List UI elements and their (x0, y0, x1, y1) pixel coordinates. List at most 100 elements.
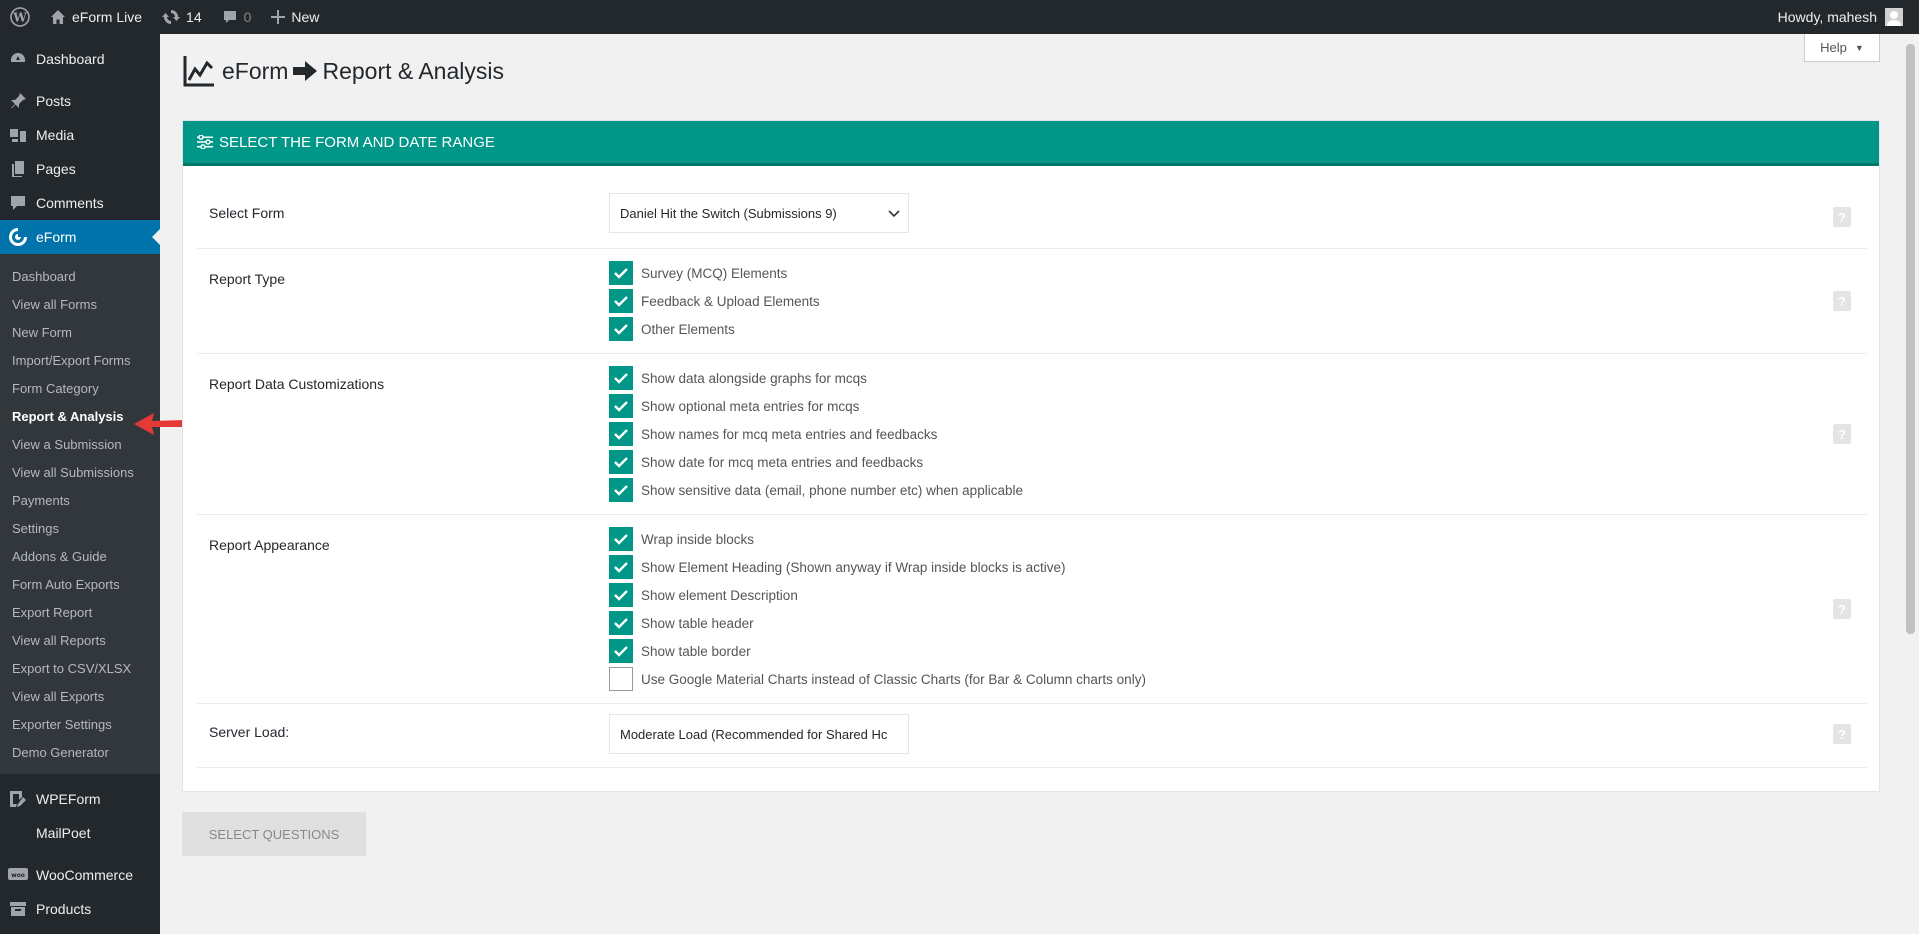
help-label: Help (1820, 40, 1847, 55)
comment-bubble-icon (8, 193, 28, 213)
server-load-label: Server Load: (209, 724, 290, 740)
checkbox-option[interactable]: Feedback & Upload Elements (609, 287, 820, 315)
refresh-icon (162, 10, 181, 24)
sidebar-item-posts[interactable]: Posts (0, 84, 160, 118)
checkbox-checked-icon[interactable] (609, 366, 633, 390)
updates-link[interactable]: 14 (152, 0, 212, 34)
checkbox-checked-icon[interactable] (609, 478, 633, 502)
dashboard-gauge-icon (8, 49, 28, 69)
arrow-right-icon (293, 61, 318, 81)
checkbox-option[interactable]: Wrap inside blocks (609, 525, 1146, 553)
line-chart-icon (183, 56, 214, 87)
home-icon (51, 10, 65, 24)
sidebar-label: eForm (36, 229, 77, 245)
sidebar-subitem-form-category[interactable]: Form Category (0, 374, 160, 402)
checkbox-checked-icon[interactable] (609, 261, 633, 285)
sidebar-item-eform[interactable]: eForm (0, 220, 160, 254)
sidebar-item-products[interactable]: Products (0, 892, 160, 926)
sidebar-item-pages[interactable]: Pages (0, 152, 160, 186)
help-question-icon[interactable]: ? (1833, 291, 1851, 311)
checkbox-checked-icon[interactable] (609, 639, 633, 663)
panel-header-title: SELECT THE FORM AND DATE RANGE (219, 133, 495, 151)
sidebar-label: WPEForm (36, 791, 101, 807)
sidebar-item-mailpoet[interactable]: MailPoet (0, 816, 160, 850)
page-scrollbar[interactable] (1902, 34, 1919, 934)
checkbox-option[interactable]: Show optional meta entries for mcqs (609, 392, 1023, 420)
chevron-down-icon (888, 210, 900, 218)
checkbox-checked-icon[interactable] (609, 583, 633, 607)
checkbox-checked-icon[interactable] (609, 611, 633, 635)
avatar (1885, 8, 1903, 26)
new-content-link[interactable]: New (261, 0, 329, 34)
sidebar-subitem-view-all-forms[interactable]: View all Forms (0, 290, 160, 318)
wordpress-logo-icon[interactable]: W (0, 0, 40, 34)
sidebar-subitem-form-auto-exports[interactable]: Form Auto Exports (0, 570, 160, 598)
checkbox-option[interactable]: Show sensitive data (email, phone number… (609, 476, 1023, 504)
help-button[interactable]: Help ▼ (1804, 34, 1880, 62)
sidebar-subitem-addons-guide[interactable]: Addons & Guide (0, 542, 160, 570)
sidebar-item-media[interactable]: Media (0, 118, 160, 152)
sidebar-label: Media (36, 127, 75, 143)
checkbox-checked-icon[interactable] (609, 289, 633, 313)
sidebar-item-comments[interactable]: Comments (0, 186, 160, 220)
checkbox-option[interactable]: Use Google Material Charts instead of Cl… (609, 665, 1146, 693)
checkbox-label: Show Element Heading (Shown anyway if Wr… (641, 559, 1066, 575)
sidebar-subitem-payments[interactable]: Payments (0, 486, 160, 514)
sidebar-subitem-dashboard[interactable]: Dashboard (0, 262, 160, 290)
svg-text:woo: woo (11, 872, 25, 879)
site-name-link[interactable]: eForm Live (40, 0, 152, 34)
checkbox-option[interactable]: Show date for mcq meta entries and feedb… (609, 448, 1023, 476)
sidebar-subitem-settings[interactable]: Settings (0, 514, 160, 542)
checkbox-option[interactable]: Show data alongside graphs for mcqs (609, 364, 1023, 392)
checkbox-checked-icon[interactable] (609, 555, 633, 579)
help-question-icon[interactable]: ? (1833, 207, 1851, 227)
checkbox-option[interactable]: Show table header (609, 609, 1146, 637)
select-form-dropdown[interactable]: Daniel Hit the Switch (Submissions 9) (609, 193, 909, 233)
checkbox-option[interactable]: Show Element Heading (Shown anyway if Wr… (609, 553, 1146, 581)
sidebar-subitem-import-export-forms[interactable]: Import/Export Forms (0, 346, 160, 374)
checkbox-checked-icon[interactable] (609, 527, 633, 551)
scrollbar-thumb[interactable] (1906, 44, 1915, 634)
sidebar-subitem-export-to-csv-xlsx[interactable]: Export to CSV/XLSX (0, 654, 160, 682)
new-label: New (291, 9, 320, 25)
select-form-row: Select Form Daniel Hit the Switch (Submi… (197, 185, 1867, 249)
report-appearance-row: Report Appearance Wrap inside blocks Show… (197, 515, 1867, 704)
checkbox-checked-icon[interactable] (609, 317, 633, 341)
checkbox-option[interactable]: Other Elements (609, 315, 820, 343)
my-account[interactable]: Howdy, mahesh (1778, 8, 1919, 26)
checkbox-checked-icon[interactable] (609, 394, 633, 418)
select-questions-button[interactable]: SELECT QUESTIONS (182, 812, 366, 856)
sidebar-subitem-view-all-exports[interactable]: View all Exports (0, 682, 160, 710)
sidebar-item-wpeform[interactable]: WPEForm (0, 782, 160, 816)
checkbox-option[interactable]: Show table border (609, 637, 1146, 665)
checkbox-option[interactable]: Survey (MCQ) Elements (609, 259, 820, 287)
sidebar-subitem-export-report[interactable]: Export Report (0, 598, 160, 626)
sidebar-item-dashboard[interactable]: Dashboard (0, 42, 160, 76)
sidebar-subitem-exporter-settings[interactable]: Exporter Settings (0, 710, 160, 738)
comments-link[interactable]: 0 (212, 0, 262, 34)
sidebar-subitem-view-all-reports[interactable]: View all Reports (0, 626, 160, 654)
checkbox-unchecked-icon[interactable] (609, 667, 633, 691)
checkbox-label: Survey (MCQ) Elements (641, 265, 788, 281)
sidebar-label: WooCommerce (36, 867, 133, 883)
sidebar-subitem-new-form[interactable]: New Form (0, 318, 160, 346)
report-appearance-label: Report Appearance (209, 537, 330, 553)
checkbox-option[interactable]: Show element Description (609, 581, 1146, 609)
sidebar-label: MailPoet (36, 825, 91, 841)
help-question-icon[interactable]: ? (1833, 724, 1851, 744)
help-question-icon[interactable]: ? (1833, 599, 1851, 619)
sidebar-subitem-demo-generator[interactable]: Demo Generator (0, 738, 160, 766)
server-load-select[interactable]: Moderate Load (Recommended for Shared Hc (609, 714, 909, 754)
sidebar-item-woocommerce[interactable]: woo WooCommerce (0, 858, 160, 892)
sliders-icon (197, 135, 213, 149)
checkbox-checked-icon[interactable] (609, 450, 633, 474)
updates-count: 14 (186, 9, 202, 25)
eform-submenu: Dashboard View all Forms New Form Import/Ex… (0, 254, 160, 774)
report-type-label: Report Type (209, 271, 286, 287)
checkbox-checked-icon[interactable] (609, 422, 633, 446)
sidebar-subitem-view-all-submissions[interactable]: View all Submissions (0, 458, 160, 486)
help-question-icon[interactable]: ? (1833, 424, 1851, 444)
main-content: Help ▼ eForm Report & Analysis SELECT TH… (160, 34, 1919, 934)
checkbox-label: Show sensitive data (email, phone number… (641, 482, 1023, 498)
checkbox-option[interactable]: Show names for mcq meta entries and feed… (609, 420, 1023, 448)
